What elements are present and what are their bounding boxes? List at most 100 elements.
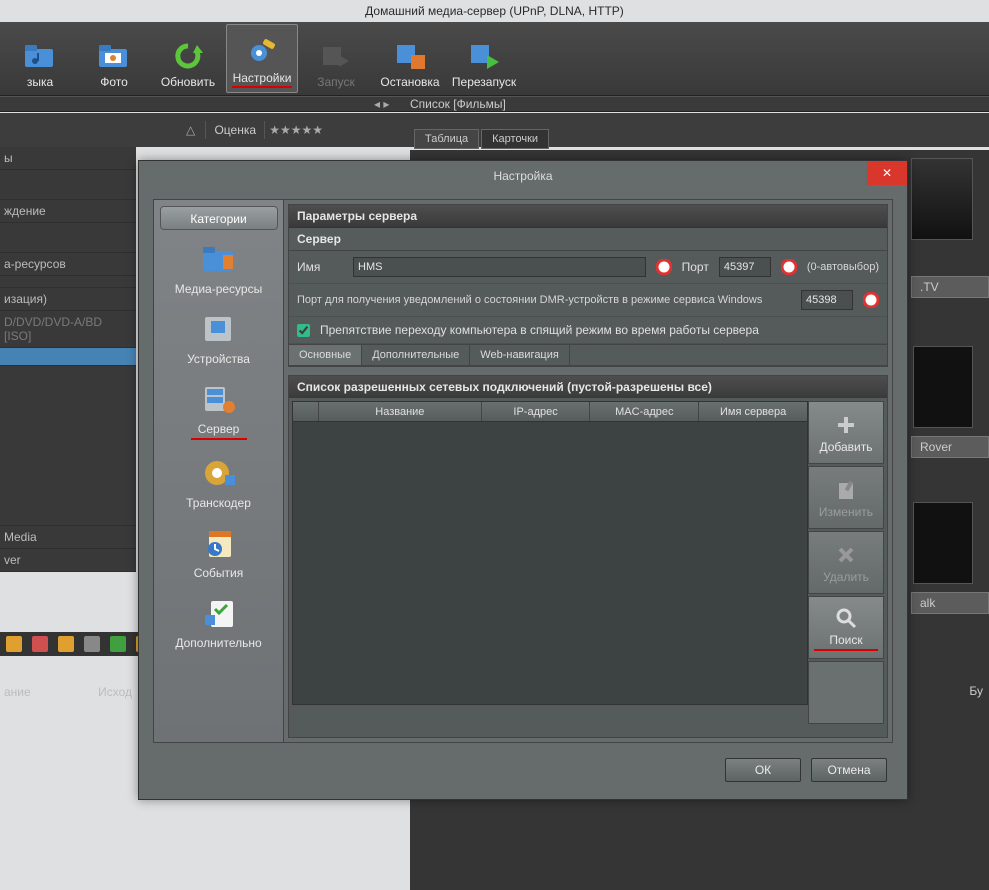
dialog-body: Категории Медиа-ресурсы Устройства Серве…	[153, 199, 893, 743]
help-icon[interactable]	[781, 259, 797, 275]
name-label: Имя	[297, 260, 343, 274]
port-label: Порт	[682, 260, 709, 274]
small-icon[interactable]	[6, 636, 22, 652]
grid-col-name[interactable]: Название	[319, 402, 482, 421]
tb-restart[interactable]: Перезапуск	[448, 24, 520, 93]
cat-media-resources[interactable]: Медиа-ресурсы	[154, 238, 283, 296]
row-dmr-port: Порт для получения уведомлений о состоян…	[289, 284, 887, 317]
tree-item[interactable]: а-ресурсов	[0, 253, 136, 276]
tree-item[interactable]: D/DVD/DVD-A/BD [ISO]	[0, 311, 136, 348]
delete-icon	[833, 542, 859, 568]
tb-music[interactable]: зыка	[4, 24, 76, 93]
sort-indicator-icon[interactable]: △	[186, 123, 195, 137]
view-tab-cards[interactable]: Карточки	[481, 129, 549, 149]
events-icon	[197, 522, 241, 564]
tb-refresh[interactable]: Обновить	[152, 24, 224, 93]
thumbnail[interactable]	[913, 346, 973, 428]
tree-item[interactable]: ждение	[0, 200, 136, 223]
server-subtitle: Сервер	[289, 228, 887, 251]
tab-webnav[interactable]: Web-навигация	[470, 345, 570, 365]
tb-stop[interactable]: Остановка	[374, 24, 446, 93]
view-tab-table[interactable]: Таблица	[414, 129, 479, 149]
server-icon	[197, 378, 241, 420]
thumbnail[interactable]	[911, 158, 973, 240]
tree-item[interactable]: ы	[0, 147, 136, 170]
ok-button[interactable]: ОК	[725, 758, 801, 782]
dialog-close-button[interactable]: ✕	[867, 161, 907, 185]
thumbnail-caption: alk	[911, 592, 989, 614]
refresh-icon	[169, 37, 207, 75]
small-icon[interactable]	[58, 636, 74, 652]
dialog-title: Настройка	[493, 169, 552, 183]
btn-search[interactable]: Поиск	[808, 596, 884, 659]
tree-item[interactable]: Media	[0, 526, 136, 549]
grid-col-check[interactable]	[293, 402, 319, 421]
dmr-label: Порт для получения уведомлений о состоян…	[297, 294, 791, 306]
help-icon[interactable]	[863, 292, 879, 308]
dmr-port-input[interactable]	[801, 290, 853, 310]
devices-icon	[197, 308, 241, 350]
rating-column-header[interactable]: Оценка	[205, 121, 265, 139]
small-icon[interactable]	[84, 636, 100, 652]
server-params-group: Параметры сервера Сервер Имя Порт (0-авт…	[288, 204, 888, 367]
nav-arrows-icon[interactable]: ◂ ▸	[374, 97, 389, 111]
restart-icon	[465, 37, 503, 75]
btn-edit[interactable]: Изменить	[808, 466, 884, 529]
thumbnail-caption: .TV	[911, 276, 989, 298]
transcoder-icon	[197, 452, 241, 494]
tab-basic[interactable]: Основные	[289, 345, 362, 365]
start-icon	[317, 37, 355, 75]
grid-col-server[interactable]: Имя сервера	[699, 402, 807, 421]
thumbnail-caption: Rover	[911, 436, 989, 458]
cancel-button[interactable]: Отмена	[811, 758, 887, 782]
list-header: ◂ ▸ Список [Фильмы]	[0, 96, 989, 112]
btn-add[interactable]: Добавить	[808, 401, 884, 464]
app-title-bar: Домашний медиа-сервер (UPnP, DLNA, HTTP)	[0, 0, 989, 22]
settings-dialog: Настройка ✕ Категории Медиа-ресурсы Устр…	[138, 160, 908, 800]
category-header: Категории	[160, 206, 278, 230]
btn-delete[interactable]: Удалить	[808, 531, 884, 594]
tree-item[interactable]: изация)	[0, 288, 136, 311]
tree-item-selected[interactable]	[0, 348, 136, 366]
tb-settings[interactable]: Настройки	[226, 24, 298, 93]
grid-header: Название IP-адрес MAC-адрес Имя сервера	[293, 402, 807, 422]
grid-body[interactable]	[293, 422, 807, 704]
cat-additional[interactable]: Дополнительно	[154, 592, 283, 650]
tb-start[interactable]: Запуск	[300, 24, 372, 93]
cat-events[interactable]: События	[154, 522, 283, 580]
server-port-input[interactable]	[719, 257, 771, 277]
bottom-status-row: ание Исход	[0, 685, 136, 701]
list-side-buttons: Добавить Изменить Удалить Поиск	[808, 401, 884, 705]
additional-icon	[197, 592, 241, 634]
prevent-sleep-checkbox[interactable]	[297, 324, 310, 337]
secondary-bar: △ Оценка ★★★★★ Таблица Карточки	[0, 113, 989, 147]
search-icon	[833, 605, 859, 631]
grid-col-mac[interactable]: MAC-адрес	[590, 402, 699, 421]
port-note: (0-автовыбор)	[807, 261, 879, 273]
dialog-footer: ОК Отмена	[139, 753, 907, 787]
cat-transcoder[interactable]: Транскодер	[154, 452, 283, 510]
plus-icon	[833, 412, 859, 438]
server-tab-bar: Основные Дополнительные Web-навигация	[289, 344, 887, 366]
small-icon[interactable]	[32, 636, 48, 652]
help-icon[interactable]	[656, 259, 672, 275]
grid-col-ip[interactable]: IP-адрес	[482, 402, 591, 421]
music-folder-icon	[21, 37, 59, 75]
cat-server[interactable]: Сервер	[154, 378, 283, 440]
close-icon: ✕	[882, 166, 892, 180]
small-icon[interactable]	[110, 636, 126, 652]
tree-item[interactable]: ver	[0, 549, 136, 572]
group-title: Параметры сервера	[289, 205, 887, 228]
tab-advanced[interactable]: Дополнительные	[362, 345, 470, 365]
stop-icon	[391, 37, 429, 75]
tb-photo[interactable]: Фото	[78, 24, 150, 93]
left-tree-partial: ы ждение а-ресурсов изация) D/DVD/DVD-A/…	[0, 147, 136, 572]
settings-content: Параметры сервера Сервер Имя Порт (0-авт…	[284, 200, 892, 742]
cat-devices[interactable]: Устройства	[154, 308, 283, 366]
allowed-list-area: Название IP-адрес MAC-адрес Имя сервера …	[289, 398, 887, 708]
thumbnail[interactable]	[913, 502, 973, 584]
allowed-list-title: Список разрешенных сетевых подключений (…	[289, 376, 887, 398]
folder-media-icon	[197, 238, 241, 280]
server-name-input[interactable]	[353, 257, 646, 277]
row-server-name: Имя Порт (0-автовыбор)	[289, 251, 887, 284]
